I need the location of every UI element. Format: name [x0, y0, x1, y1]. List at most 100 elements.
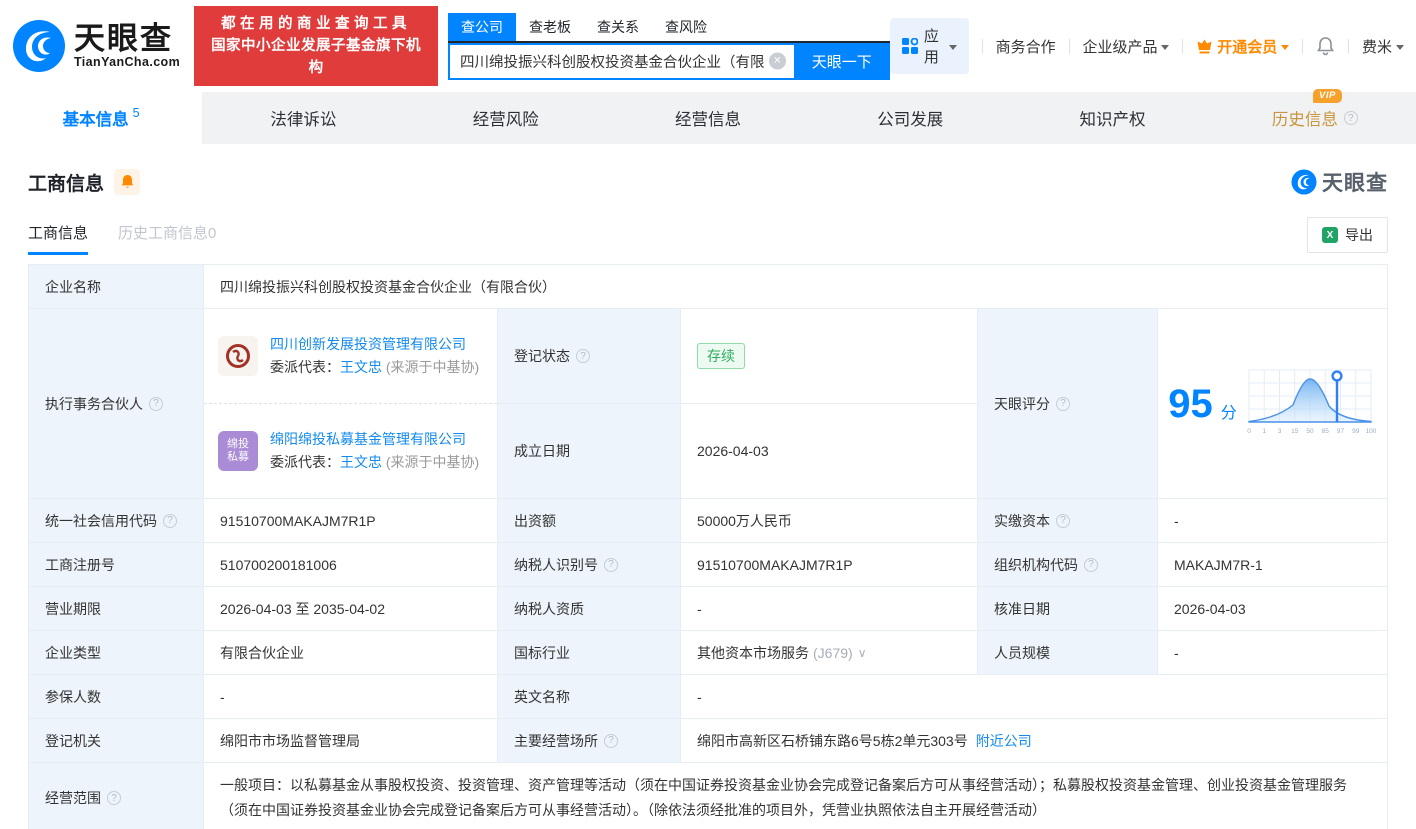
rep-name-link[interactable]: 王文忠	[340, 454, 382, 470]
partner-company-link[interactable]: 四川创新发展投资管理有限公司	[270, 336, 466, 352]
main-content: 工商信息 天眼查 工商信息 历史工商信息0	[0, 164, 1416, 829]
svg-text:0: 0	[1247, 428, 1251, 435]
field-label-reg-number: 工商注册号	[29, 543, 204, 587]
field-label-taxpayer-id: 纳税人识别号	[498, 543, 681, 587]
divider	[1348, 39, 1349, 54]
watermark-swirl-icon	[1291, 169, 1317, 195]
subtab-history-business-info[interactable]: 历史工商信息0	[118, 222, 216, 255]
tab-operation-risk[interactable]: 经营风险	[405, 92, 607, 144]
tab-legal-litigation[interactable]: 法律诉讼	[202, 92, 404, 144]
svg-text:50: 50	[1306, 428, 1314, 435]
help-icon[interactable]	[1056, 514, 1070, 528]
field-value-contribution: 50000万人民币	[681, 499, 978, 543]
field-value-industry: 其他资本市场服务 (J679)	[681, 631, 978, 675]
field-value-taxpayer-id: 91510700MAKAJM7R1P	[681, 543, 978, 587]
enterprise-products-menu[interactable]: 企业级产品	[1082, 36, 1169, 57]
subtab-business-info[interactable]: 工商信息	[28, 222, 88, 255]
score-unit: 分	[1221, 399, 1237, 423]
search-tab-company[interactable]: 查公司	[448, 13, 516, 41]
field-value-business-place: 绵阳市高新区石桥铺东路6号5栋2单元303号 附近公司	[681, 719, 1388, 763]
tab-intellectual-property[interactable]: 知识产权	[1011, 92, 1213, 144]
tab-basic-info[interactable]: 基本信息 5	[0, 92, 202, 144]
field-label-business-scope: 经营范围	[29, 763, 204, 829]
chevron-down-icon	[1281, 45, 1289, 50]
tianyancha-logo[interactable]: 天眼查 TianYanCha.com	[12, 19, 180, 73]
field-value-org-code: MAKAJM7R-1	[1158, 543, 1388, 587]
partner-company-link[interactable]: 绵阳绵投私募基金管理有限公司	[270, 431, 466, 447]
divider	[1069, 39, 1070, 54]
help-icon[interactable]	[576, 349, 590, 363]
field-label-business-place: 主要经营场所	[498, 719, 681, 763]
field-value-company-name: 四川绵投振兴科创股权投资基金合伙企业（有限合伙）	[204, 265, 1388, 309]
excel-icon	[1322, 227, 1338, 243]
help-icon[interactable]	[604, 734, 618, 748]
field-label-company-type: 企业类型	[29, 631, 204, 675]
divider	[982, 39, 983, 54]
score-value: 95	[1168, 384, 1213, 424]
field-value-reg-number: 510700200181006	[204, 543, 498, 587]
help-icon[interactable]	[1056, 397, 1070, 411]
watermark-text: 天眼查	[1322, 167, 1388, 197]
industry-code: (J679)	[813, 645, 853, 661]
logo-domain-text: TianYanCha.com	[74, 55, 180, 69]
business-cooperation-link[interactable]: 商务合作	[996, 36, 1056, 57]
clear-search-icon[interactable]	[769, 53, 786, 70]
chevron-down-icon	[1396, 45, 1404, 50]
promo-line2: 国家中小企业发展子基金旗下机构	[206, 35, 426, 79]
field-label-reg-authority: 登记机关	[29, 719, 204, 763]
industry-expand-icon[interactable]	[858, 646, 867, 660]
divider	[1302, 39, 1303, 54]
tab-operation-info[interactable]: 经营信息	[607, 92, 809, 144]
rep-source: (来源于中基协)	[386, 359, 479, 375]
field-value-business-scope: 一般项目：以私募基金从事股权投资、投资管理、资产管理等活动（须在中国证券投资基金…	[204, 763, 1388, 829]
field-value-paid-capital: -	[1158, 499, 1388, 543]
header-menu: 应用 商务合作 企业级产品 开通会员	[890, 18, 1404, 74]
help-icon[interactable]	[107, 791, 121, 805]
section-title: 工商信息	[28, 169, 104, 196]
search-button[interactable]: 天眼一下	[794, 43, 890, 80]
user-account-menu[interactable]: 费米	[1362, 36, 1404, 57]
apps-menu-button[interactable]: 应用	[890, 18, 969, 74]
rep-label: 委派代表：	[270, 359, 340, 375]
notifications-bell-icon[interactable]	[1316, 36, 1335, 56]
partner-logo-sichuan	[218, 336, 258, 376]
field-label-staff-size: 人员规模	[978, 631, 1158, 675]
chevron-down-icon	[1161, 45, 1169, 50]
vip-badge: VIP	[1313, 89, 1342, 103]
basic-info-count: 5	[133, 106, 140, 120]
field-value-english-name: -	[681, 675, 1388, 719]
help-icon[interactable]	[1344, 111, 1358, 125]
field-label-taxpayer-quality: 纳税人资质	[498, 587, 681, 631]
field-label-credit-code: 统一社会信用代码	[29, 499, 204, 543]
partner-item: 绵投私募 绵阳绵投私募基金管理有限公司 委派代表：王文忠 (来源于中基协)	[204, 404, 497, 499]
tianyancha-swirl-icon	[12, 19, 66, 73]
export-button[interactable]: 导出	[1307, 217, 1388, 253]
open-vip-menu[interactable]: 开通会员	[1196, 36, 1289, 57]
nearby-companies-link[interactable]: 附近公司	[976, 731, 1032, 751]
help-icon[interactable]	[1084, 558, 1098, 572]
search-tab-boss[interactable]: 查老板	[516, 13, 584, 41]
search-tab-risk[interactable]: 查风险	[652, 13, 720, 41]
tab-company-development[interactable]: 公司发展	[809, 92, 1011, 144]
search-input[interactable]	[448, 43, 794, 80]
field-label-org-code: 组织机构代码	[978, 543, 1158, 587]
field-value-approval-date: 2026-04-03	[1158, 587, 1388, 631]
field-value-business-term: 2026-04-03 至 2035-04-02	[204, 587, 498, 631]
subscribe-bell-icon[interactable]	[114, 169, 140, 195]
svg-text:1: 1	[1262, 428, 1266, 435]
company-nav-tabs: 基本信息 5 法律诉讼 经营风险 经营信息 公司发展 知识产权 历史信息 VIP	[0, 92, 1416, 144]
search-tab-relation[interactable]: 查关系	[584, 13, 652, 41]
apps-grid-icon	[902, 38, 918, 54]
field-value-tyc-score: 95 分	[1158, 309, 1388, 499]
help-icon[interactable]	[149, 397, 163, 411]
field-label-company-name: 企业名称	[29, 265, 204, 309]
help-icon[interactable]	[163, 514, 177, 528]
field-value-staff-size: -	[1158, 631, 1388, 675]
tab-history-info[interactable]: 历史信息 VIP	[1214, 92, 1416, 144]
help-icon[interactable]	[604, 558, 618, 572]
field-label-establish-date: 成立日期	[498, 404, 681, 499]
field-value-reg-status: 存续	[681, 309, 978, 404]
rep-name-link[interactable]: 王文忠	[340, 359, 382, 375]
partner-list: 四川创新发展投资管理有限公司 委派代表：王文忠 (来源于中基协) 绵投私募 绵阳…	[204, 309, 498, 499]
svg-text:99: 99	[1352, 428, 1360, 435]
